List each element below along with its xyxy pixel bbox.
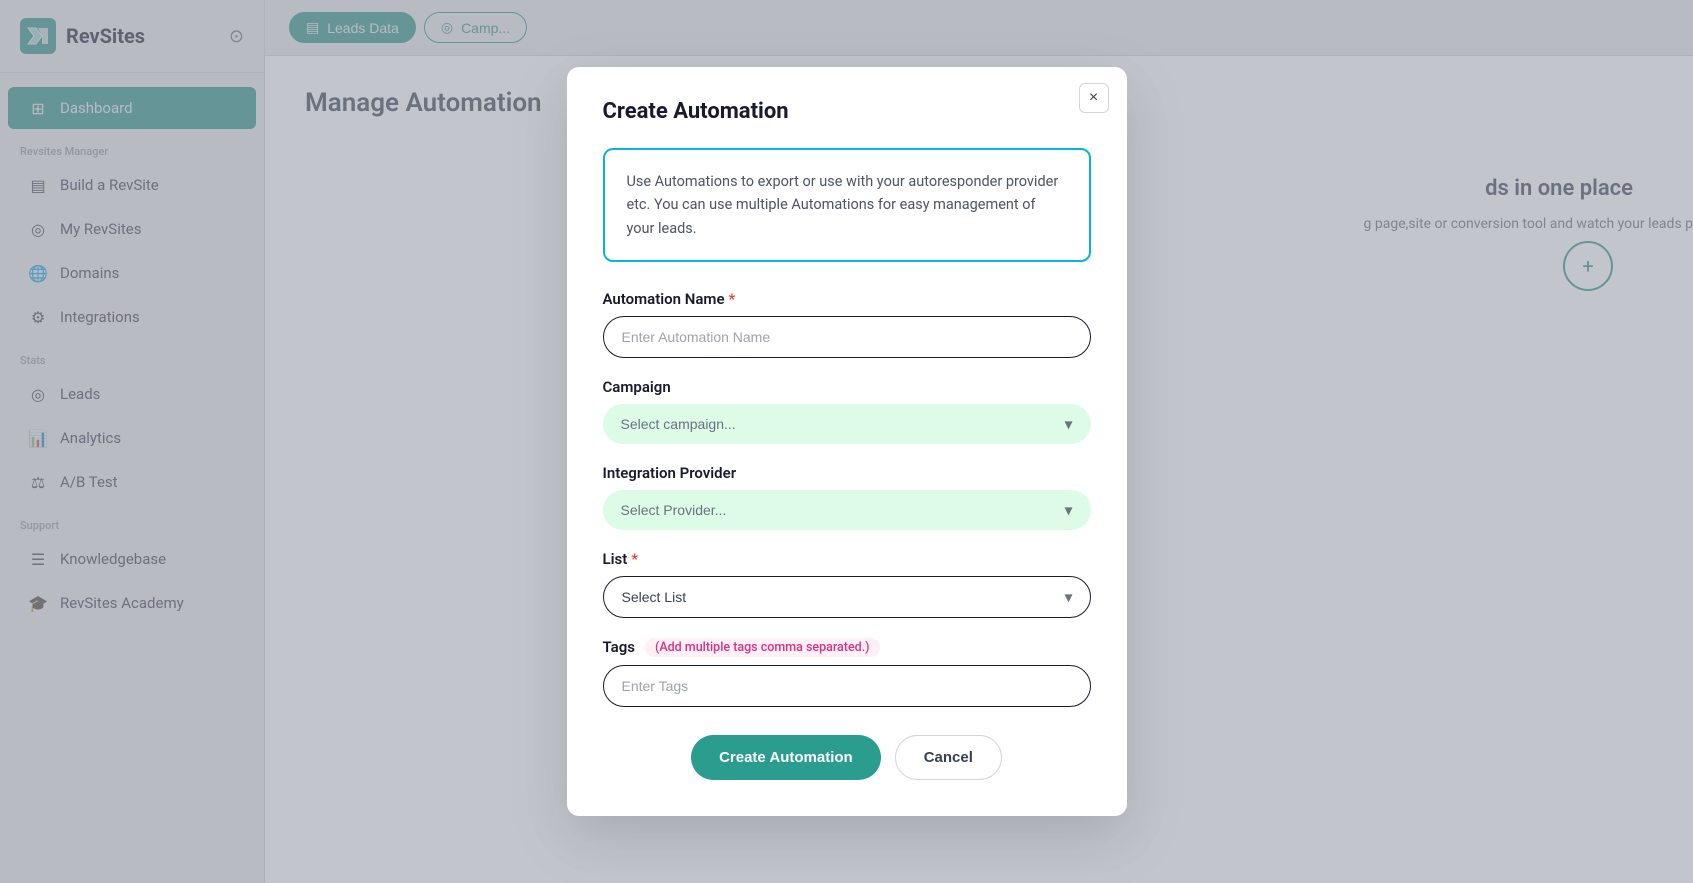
campaign-group: Campaign Select campaign...: [603, 378, 1091, 444]
modal-actions: Create Automation Cancel: [603, 735, 1091, 780]
tags-label-row: Tags (Add multiple tags comma separated.…: [603, 638, 1091, 657]
tags-label: Tags: [603, 638, 636, 656]
create-automation-button[interactable]: Create Automation: [691, 735, 881, 780]
list-group: List * Select List: [603, 550, 1091, 618]
campaign-label: Campaign: [603, 378, 1091, 396]
info-text: Use Automations to export or use with yo…: [627, 173, 1059, 236]
list-select[interactable]: Select List: [603, 576, 1091, 618]
required-star: *: [729, 290, 736, 308]
automation-name-input[interactable]: [603, 316, 1091, 358]
integration-provider-label: Integration Provider: [603, 464, 1091, 482]
automation-name-group: Automation Name *: [603, 290, 1091, 358]
modal-close-button[interactable]: ×: [1079, 83, 1109, 113]
tags-group: Tags (Add multiple tags comma separated.…: [603, 638, 1091, 707]
campaign-select[interactable]: Select campaign...: [603, 404, 1091, 444]
provider-select-wrapper: Select Provider...: [603, 490, 1091, 530]
list-label: List *: [603, 550, 1091, 568]
cancel-button[interactable]: Cancel: [895, 735, 1002, 780]
modal-title: Create Automation: [603, 99, 1091, 124]
integration-provider-group: Integration Provider Select Provider...: [603, 464, 1091, 530]
automation-name-label: Automation Name *: [603, 290, 1091, 308]
campaign-select-wrapper: Select campaign...: [603, 404, 1091, 444]
tags-input[interactable]: [603, 665, 1091, 707]
provider-select[interactable]: Select Provider...: [603, 490, 1091, 530]
close-icon: ×: [1089, 89, 1098, 107]
info-box: Use Automations to export or use with yo…: [603, 148, 1091, 262]
create-automation-modal: × Create Automation Use Automations to e…: [567, 67, 1127, 816]
list-select-wrapper: Select List: [603, 576, 1091, 618]
tags-hint: (Add multiple tags comma separated.): [645, 638, 880, 657]
list-required-star: *: [631, 550, 638, 568]
modal-overlay: × Create Automation Use Automations to e…: [0, 0, 1693, 883]
